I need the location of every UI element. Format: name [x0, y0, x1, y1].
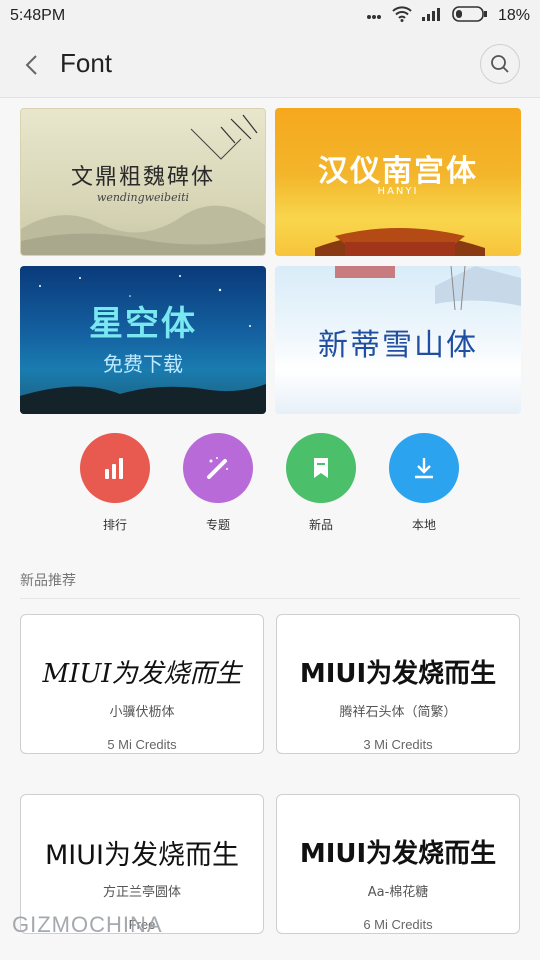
font-card[interactable]: MIUI为发烧而生 小骥伏枥体 5 Mi Credits — [20, 614, 264, 754]
top-bar: Font — [0, 32, 540, 98]
battery-percent: 18% — [497, 7, 530, 24]
font-price: 5 Mi Credits — [107, 737, 177, 752]
font-name: 方正兰亭圆体 — [102, 885, 181, 900]
category-local[interactable]: 本地 — [374, 433, 474, 533]
category-row: 排行 专题 新品 本地 — [0, 433, 540, 533]
section-divider — [20, 598, 520, 599]
font-name: 小骥伏枥体 — [109, 705, 175, 720]
banner-subtitle: HANYI — [377, 186, 419, 197]
font-preview: MIUI为发烧而生 — [299, 659, 497, 689]
page-title: Font — [60, 48, 113, 78]
signal-icon — [421, 7, 442, 26]
section-title: 新品推荐 — [20, 573, 76, 589]
category-topics[interactable]: 专题 — [168, 433, 268, 533]
font-preview: MIUI为发烧而生 — [299, 839, 497, 869]
font-card[interactable]: MIUI为发烧而生 Aa-棉花糖 6 Mi Credits — [276, 794, 520, 934]
back-button[interactable] — [20, 50, 44, 80]
banner-wending[interactable]: 文鼎粗魏碑体 wendingweibeiti — [20, 108, 266, 256]
banner-subtitle: wendingweibeiti — [96, 191, 190, 204]
status-bar: 5:48PM 18% — [0, 0, 540, 32]
banner-xingkong[interactable]: 星空体 免费下载 — [20, 266, 266, 414]
banner-title: 文鼎粗魏碑体 — [70, 165, 215, 190]
font-name: Aa-棉花糖 — [367, 885, 429, 900]
font-price: 3 Mi Credits — [363, 737, 433, 752]
battery-icon — [452, 5, 488, 27]
font-card[interactable]: MIUI为发烧而生 腾祥石头体（简繁） 3 Mi Credits — [276, 614, 520, 754]
category-label: 专题 — [205, 518, 230, 532]
banner-subtitle: 免费下载 — [103, 352, 183, 376]
chevron-left-icon — [25, 55, 37, 75]
more-dots-icon — [366, 7, 382, 25]
banner-title: 新蒂雪山体 — [318, 328, 478, 363]
font-preview: MIUI为发烧而生 — [45, 840, 239, 871]
banner-title: 星空体 — [89, 304, 197, 344]
bookmark-icon — [286, 433, 356, 503]
magic-wand-icon — [183, 433, 253, 503]
download-icon — [389, 433, 459, 503]
search-button[interactable] — [480, 44, 520, 84]
category-new[interactable]: 新品 — [271, 433, 371, 533]
font-preview: MIUI为发烧而生 — [42, 659, 242, 689]
font-name: 腾祥石头体（简繁） — [339, 705, 457, 720]
category-label: 本地 — [411, 518, 436, 532]
font-price: 6 Mi Credits — [363, 917, 433, 932]
category-ranking[interactable]: 排行 — [65, 433, 165, 533]
wifi-icon — [392, 5, 412, 27]
search-icon — [491, 55, 509, 73]
status-right: 18% — [366, 5, 530, 27]
bar-chart-icon — [80, 433, 150, 503]
category-label: 新品 — [308, 518, 333, 532]
watermark: GIZMOCHINA — [12, 912, 163, 937]
category-label: 排行 — [102, 518, 127, 532]
status-time: 5:48PM — [10, 7, 66, 24]
banner-title: 汉仪南宫体 — [318, 154, 478, 189]
banner-xindi[interactable]: 新蒂雪山体 — [275, 266, 521, 414]
banner-hanyi[interactable]: 汉仪南宫体 HANYI — [275, 108, 521, 256]
